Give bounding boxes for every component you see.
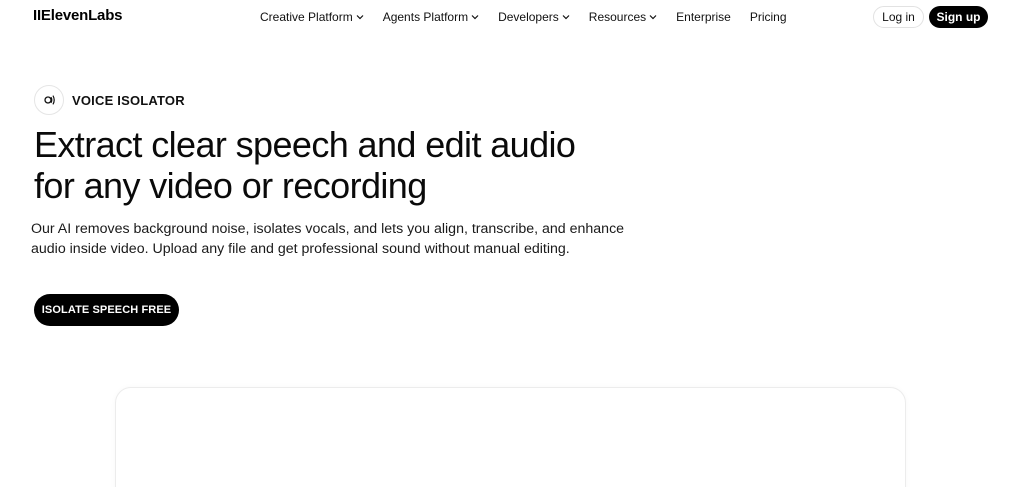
headline-line-1: Extract clear speech and edit audio — [34, 124, 576, 165]
login-button[interactable]: Log in — [873, 6, 924, 28]
nav-item-enterprise[interactable]: Enterprise — [676, 10, 731, 24]
description-line-1: Our AI removes background noise, isolate… — [31, 221, 625, 237]
nav-item-label: Enterprise — [676, 10, 731, 24]
sound-wave-icon — [34, 85, 64, 115]
product-badge: VOICE ISOLATOR — [34, 85, 185, 115]
headline-line-2: for any video or recording — [34, 165, 427, 206]
nav-item-label: Creative Platform — [260, 10, 353, 24]
chevron-down-icon — [471, 15, 479, 20]
nav-item-creative-platform[interactable]: Creative Platform — [260, 10, 364, 24]
nav-item-label: Developers — [498, 10, 559, 24]
signup-button[interactable]: Sign up — [929, 6, 988, 28]
logo[interactable]: IIElevenLabs — [33, 7, 123, 24]
nav-item-resources[interactable]: Resources — [589, 10, 657, 24]
hero-description: Our AI removes background noise, isolate… — [31, 219, 681, 259]
nav-item-label: Agents Platform — [382, 10, 469, 24]
sound-wave-glyph — [44, 95, 55, 105]
nav-item-agents-platform[interactable]: Agents Platform — [383, 10, 479, 24]
description-line-2: audio inside video. Upload any file and … — [31, 241, 570, 257]
nav-item-developers[interactable]: Developers — [498, 10, 570, 24]
page-title: Extract clear speech and edit audio for … — [34, 124, 674, 206]
chevron-down-icon — [356, 15, 364, 20]
page: IIElevenLabs Creative Platform Agents Pl… — [0, 0, 1024, 487]
chevron-down-icon — [649, 15, 657, 20]
nav-item-label: Pricing — [749, 10, 787, 24]
badge-label: VOICE ISOLATOR — [72, 92, 185, 108]
upload-card[interactable] — [115, 387, 906, 487]
nav-item-pricing[interactable]: Pricing — [750, 10, 787, 24]
nav-links: Creative Platform Agents Platform Develo… — [260, 10, 806, 24]
isolate-speech-button[interactable]: ISOLATE SPEECH FREE — [34, 294, 179, 326]
nav-item-label: Resources — [588, 10, 647, 24]
top-nav: IIElevenLabs Creative Platform Agents Pl… — [0, 0, 1024, 34]
chevron-down-icon — [562, 15, 570, 20]
